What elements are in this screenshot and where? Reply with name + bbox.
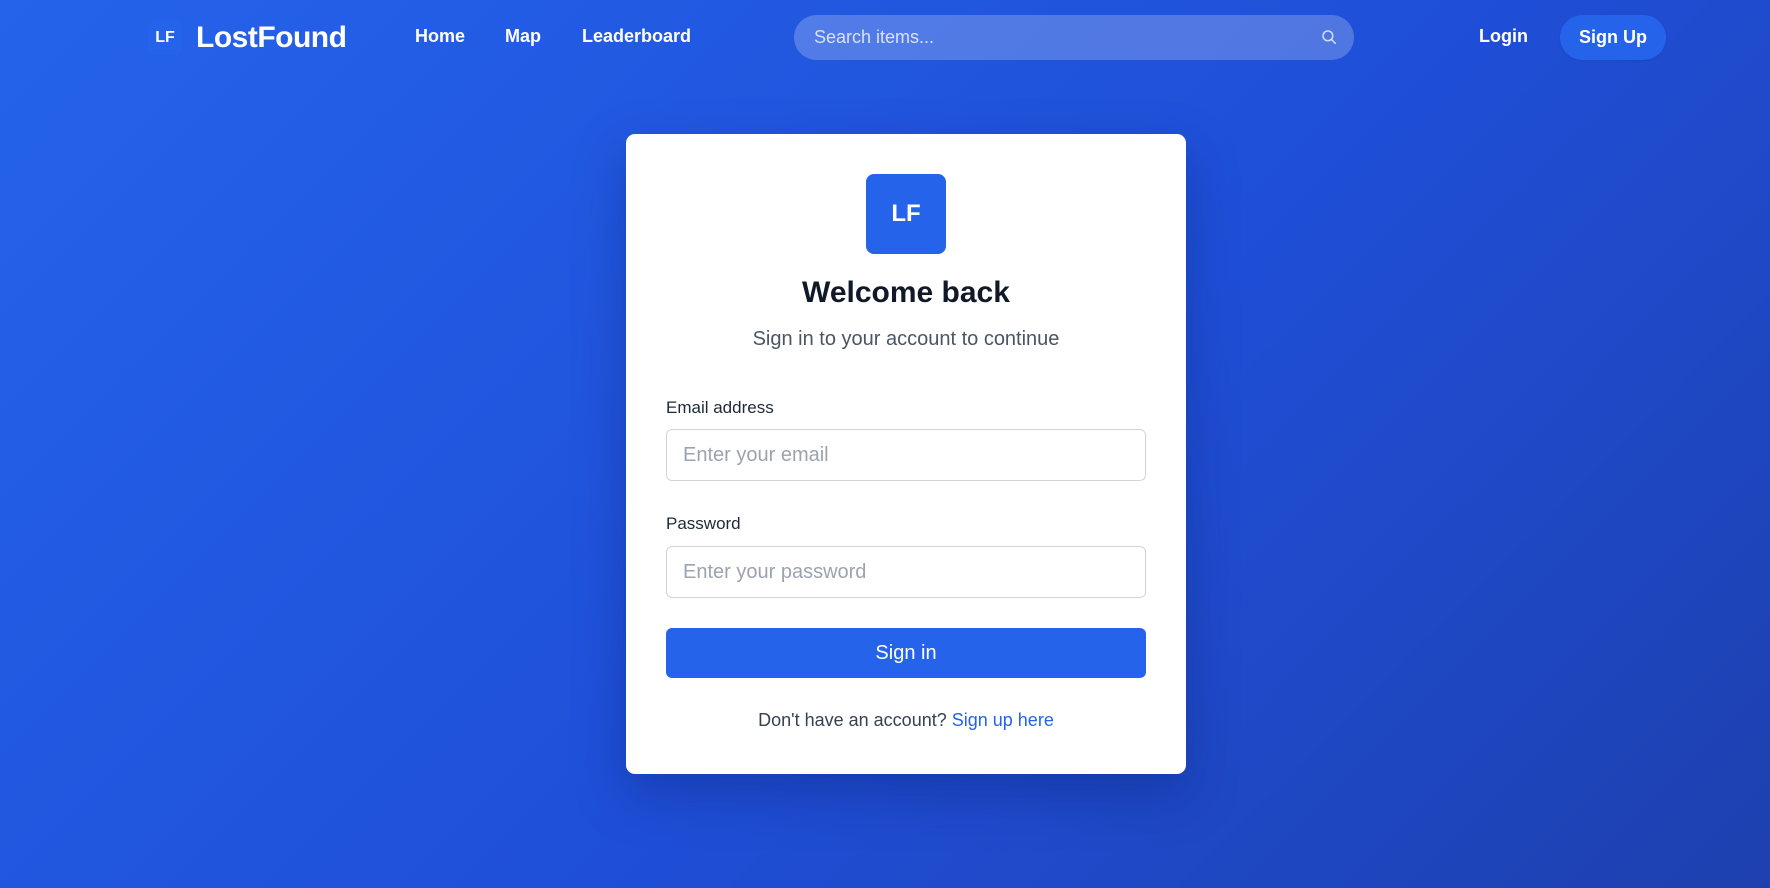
search-input[interactable] [814,15,1294,60]
sign-in-button[interactable]: Sign in [666,628,1146,678]
nav-link-home[interactable]: Home [415,26,465,47]
login-link[interactable]: Login [1479,26,1528,47]
search-icon[interactable] [1320,28,1338,46]
card-title: Welcome back [802,276,1010,309]
search-bar [794,15,1354,60]
login-card: LF Welcome back Sign in to your account … [626,134,1186,774]
signup-link[interactable]: Sign up here [952,710,1054,730]
card-subtitle: Sign in to your account to continue [752,328,1060,350]
signup-prompt-text: Don't have an account? [758,710,947,730]
password-label: Password [666,514,741,533]
email-field[interactable] [666,429,1146,481]
email-label: Email address [666,398,774,417]
nav-link-map[interactable]: Map [505,26,541,47]
brand-logo[interactable]: LF LostFound [148,19,347,57]
password-field[interactable] [666,546,1146,598]
brand-badge: LF [148,21,182,55]
navbar: LF LostFound Home Map Leaderboard Login … [0,0,1770,76]
card-logo: LF [866,174,946,254]
nav-link-leaderboard[interactable]: Leaderboard [582,26,691,47]
signup-prompt: Don't have an account? Sign up here [626,710,1186,731]
brand-name: LostFound [196,21,347,54]
signup-button[interactable]: Sign Up [1560,15,1666,60]
